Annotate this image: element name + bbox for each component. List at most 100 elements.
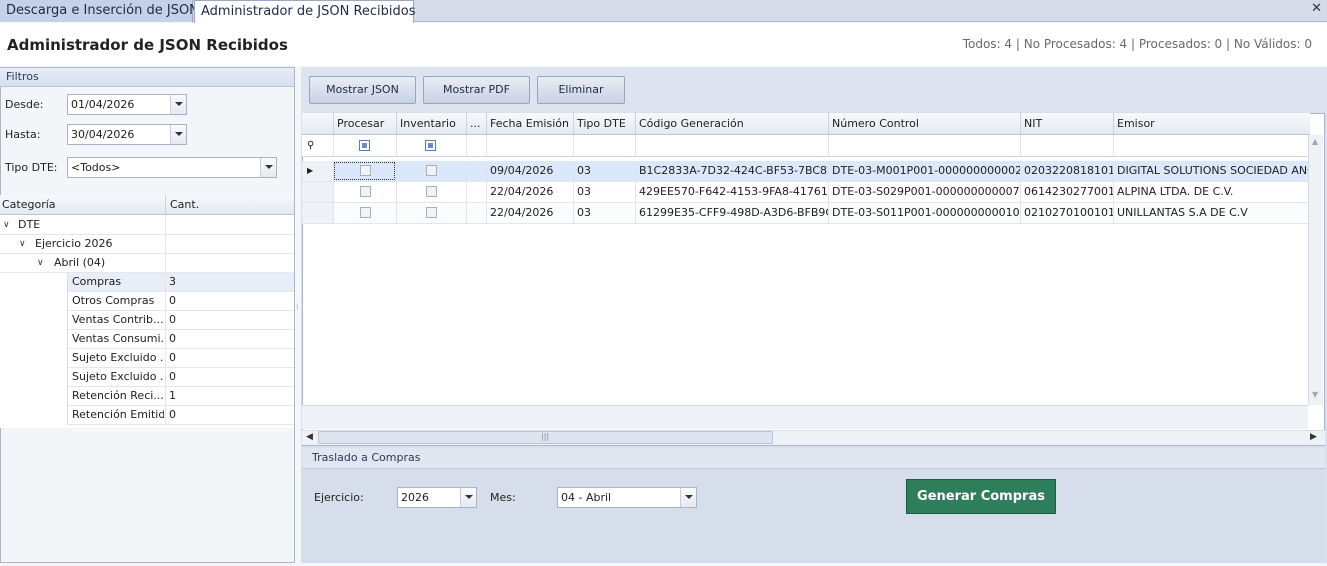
splitter-handle[interactable]: ⁝ [296,304,299,312]
tree-leaf-row[interactable]: Ventas Contrib... 0 [68,311,294,330]
tab-descarga-insercion[interactable]: Descarga e Inserción de JSON [0,0,199,22]
show-json-button[interactable]: Mostrar JSON [309,76,416,104]
traslado-title: Traslado a Compras [302,448,1325,469]
col-inventario[interactable]: Inventario [396,113,466,134]
tree-leaf-count: 1 [169,389,176,402]
cell-emisor: UNILLANTAS S.A DE C.V [1113,203,1308,223]
tree-leaf-label: Sujeto Excluido ... [72,370,164,383]
page-title: Administrador de JSON Recibidos [7,36,288,54]
col-fecha-emision[interactable]: Fecha Emisión [486,113,573,134]
tree-leaf-row[interactable]: Sujeto Excluido ... 0 [68,368,294,387]
mes-label: Mes: [490,491,516,504]
column-divider [165,273,166,292]
col-emisor[interactable]: Emisor [1113,113,1310,134]
column-divider [1020,135,1021,156]
tree-leaf-row[interactable]: Sujeto Excluido ... 0 [68,349,294,368]
ejercicio-select[interactable]: 2026 [397,487,477,508]
cell-codigo-generacion: B1C2833A-7D32-424C-BF53-7BC82... [635,161,828,181]
ejercicio-label: Ejercicio: [314,491,364,504]
column-divider [573,135,574,156]
procesar-checkbox[interactable] [360,207,371,218]
chevron-down-icon[interactable]: ∨ [3,216,10,234]
table-row[interactable]: 22/04/2026 03 61299E35-CFF9-498D-A3D6-BFB9… [302,203,1308,224]
chevron-down-icon[interactable] [260,158,276,177]
column-divider [165,368,166,387]
tree-leaf-row[interactable]: Retención Reci... 1 [68,387,294,406]
col-procesar[interactable]: Procesar [333,113,396,134]
tree-leaf-count: 0 [169,351,176,364]
col-codigo-generacion[interactable]: Código Generación [635,113,828,134]
procesar-checkbox[interactable] [360,186,371,197]
scroll-down-icon[interactable]: ▼ [1312,390,1318,399]
cell-fecha-emision: 22/04/2026 [486,203,573,223]
tree-leaf-row[interactable]: Retención Emitida 0 [68,406,294,425]
inventario-filter-checkbox[interactable] [425,140,436,151]
chevron-down-icon[interactable] [170,125,186,144]
tree-leaf-count: 0 [169,408,176,421]
tree-node-dte[interactable]: ∨ DTE [0,216,294,235]
current-row-icon: ▶ [307,166,314,175]
col-tipo-dte[interactable]: Tipo DTE [573,113,635,134]
inventario-checkbox[interactable] [426,186,437,197]
row-indicator[interactable] [302,203,333,223]
col-nit[interactable]: NIT [1020,113,1113,134]
scroll-up-icon[interactable]: ▲ [1312,137,1318,146]
inventario-checkbox[interactable] [426,207,437,218]
scroll-left-icon[interactable]: ◀ [306,432,313,442]
inventario-checkbox[interactable] [426,165,437,176]
cell-nit: 06142302770010 [1020,182,1113,202]
chevron-down-icon[interactable] [680,488,696,507]
checkbox-cell [333,203,396,223]
column-divider [165,235,166,254]
desde-value: 01/04/2026 [71,98,135,111]
hasta-label: Hasta: [5,128,41,141]
tree-leaf-row[interactable]: Otros Compras 0 [68,292,294,311]
mes-select[interactable]: 04 - Abril [557,487,697,508]
table-row[interactable]: 22/04/2026 03 429EE570-F642-4153-9FA8-4176… [302,182,1308,203]
pin-icon[interactable]: ⚲ [307,140,314,151]
delete-button[interactable]: Eliminar [537,76,625,104]
cell-nit: 02102701001014 [1020,203,1113,223]
tree-leaf-label: Sujeto Excluido ... [72,351,164,364]
procesar-checkbox[interactable] [360,165,371,176]
chevron-down-icon[interactable] [170,95,186,114]
tree-leaf-count: 0 [169,294,176,307]
grid-footer [302,405,1308,429]
procesar-filter-checkbox[interactable] [359,140,370,151]
tree-leaf-count: 0 [169,332,176,345]
chevron-down-icon[interactable]: ∨ [37,254,44,272]
generate-compras-button[interactable]: Generar Compras [906,479,1056,514]
tree-leaf-label: Compras [72,275,122,288]
hasta-date-field[interactable]: 30/04/2026 [67,124,187,145]
tree-leaf-row[interactable]: Ventas Consumi... 0 [68,330,294,349]
col-more[interactable]: ... [466,113,486,134]
cell-numero-control: DTE-03-S029P001-000000000007445 [828,182,1020,202]
tree-leaf-row[interactable]: Compras 3 [68,273,294,292]
chevron-down-icon[interactable] [460,488,476,507]
checkbox-cell [333,182,396,202]
desde-date-field[interactable]: 01/04/2026 [67,94,187,115]
vertical-scrollbar[interactable]: ▲ ▼ [1308,135,1323,405]
close-icon[interactable]: ✕ [1311,1,1322,16]
tree-node-ejercicio[interactable]: ∨ Ejercicio 2026 [0,235,294,254]
tree-node-label: Ejercicio 2026 [35,237,113,250]
row-indicator[interactable] [302,182,333,202]
grid-header: Procesar Inventario ... Fecha Emisión Ti… [302,113,1310,135]
tipo-dte-value: <Todos> [71,161,121,174]
cell-tipo-dte: 03 [573,161,635,181]
show-pdf-button[interactable]: Mostrar PDF [423,76,530,104]
chevron-down-icon[interactable]: ∨ [19,235,26,253]
tree-leaf-label: Ventas Consumi... [72,332,164,345]
tree-header-categoria[interactable]: Categoría [0,195,165,214]
tree-node-abril[interactable]: ∨ Abril (04) [0,254,294,273]
scroll-right-icon[interactable]: ▶ [1310,432,1317,442]
column-divider [396,135,397,156]
horizontal-scroll-thumb[interactable]: ||| [318,431,773,444]
tipo-dte-select[interactable]: <Todos> [67,157,277,178]
table-row[interactable]: ▶ 09/04/2026 03 B1C2833A-7D32-424C-BF53-7BC… [302,161,1308,182]
row-indicator[interactable]: ▶ [302,161,333,181]
tab-administrador-json[interactable]: Administrador de JSON Recibidos [194,0,416,23]
tree-header-cant[interactable]: Cant. [165,195,294,214]
col-numero-control[interactable]: Número Control [828,113,1020,134]
column-divider [165,387,166,406]
